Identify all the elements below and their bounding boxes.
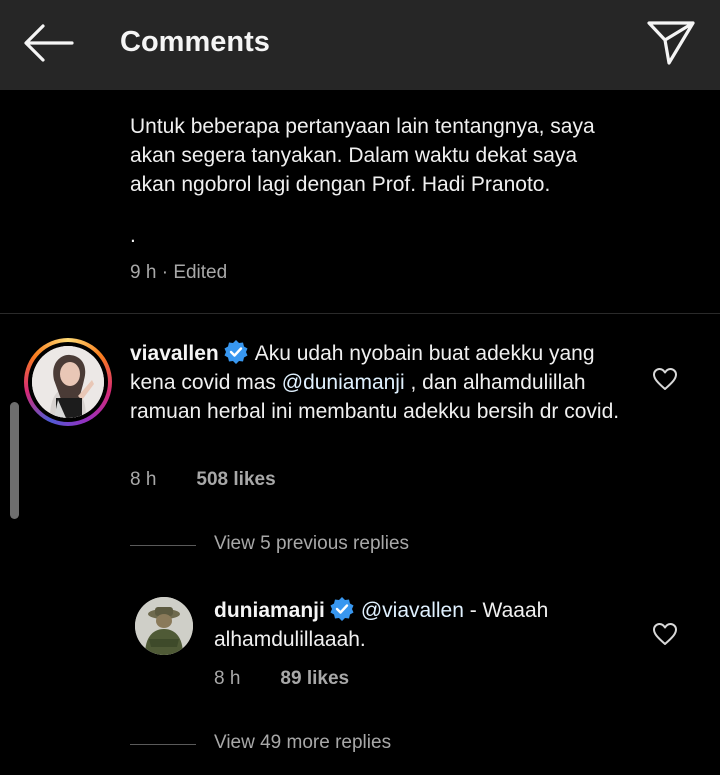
paper-plane-icon: [647, 21, 695, 65]
comment-mention[interactable]: @duniamanji: [282, 371, 405, 394]
person-photo-icon: [32, 346, 104, 418]
divider: [0, 313, 720, 314]
like-reply-button[interactable]: [652, 622, 678, 646]
comment-viavallen: viavallen Aku udah nyobain buat adekku y…: [130, 339, 630, 426]
verified-badge-icon: [224, 340, 248, 364]
caption-time: 9 h: [130, 262, 157, 283]
reply-likes[interactable]: 89 likes: [280, 668, 349, 689]
caption-comment: Untuk beberapa pertanyaan lain tentangny…: [130, 112, 690, 284]
like-comment-button[interactable]: [652, 367, 678, 391]
heart-icon: [653, 623, 677, 645]
share-button[interactable]: [644, 18, 698, 68]
meta-separator: ·: [156, 262, 174, 283]
scrollbar[interactable]: [10, 402, 19, 519]
page-title: Comments: [120, 26, 270, 58]
avatar-photo: [32, 346, 104, 418]
avatar-ring-gap: [28, 342, 108, 422]
comment-username[interactable]: viavallen: [130, 342, 219, 365]
comment-meta: 8 h 508 likes: [130, 469, 276, 491]
reply-mention[interactable]: @viavallen: [361, 599, 464, 622]
comment-likes[interactable]: 508 likes: [196, 469, 275, 490]
reply-meta: 8 h 89 likes: [214, 668, 349, 690]
edited-label: Edited: [173, 262, 228, 283]
verified-badge-icon: [330, 597, 354, 621]
reply-time: 8 h: [214, 668, 241, 689]
avatar-viavallen[interactable]: [24, 338, 112, 426]
replies-line: [130, 744, 196, 745]
reply-username[interactable]: duniamanji: [214, 599, 325, 622]
avatar-duniamanji[interactable]: [135, 597, 193, 655]
top-bar: Comments: [0, 0, 720, 90]
arrow-left-icon: [24, 24, 74, 62]
back-button[interactable]: [22, 22, 74, 64]
view-more-replies-label[interactable]: View 49 more replies: [214, 732, 391, 754]
replies-line: [130, 545, 196, 546]
heart-icon: [653, 368, 677, 390]
view-previous-replies-label[interactable]: View 5 previous replies: [214, 533, 409, 555]
person-photo-icon: [135, 597, 193, 655]
reply-duniamanji: duniamanji @viavallen - Waaah alhamdulil…: [214, 596, 634, 654]
caption-trailing-dot: .: [130, 224, 136, 247]
caption-meta: 9 h · Edited: [130, 262, 690, 284]
comment-time: 8 h: [130, 469, 157, 490]
caption-text: Untuk beberapa pertanyaan lain tentangny…: [130, 115, 595, 196]
